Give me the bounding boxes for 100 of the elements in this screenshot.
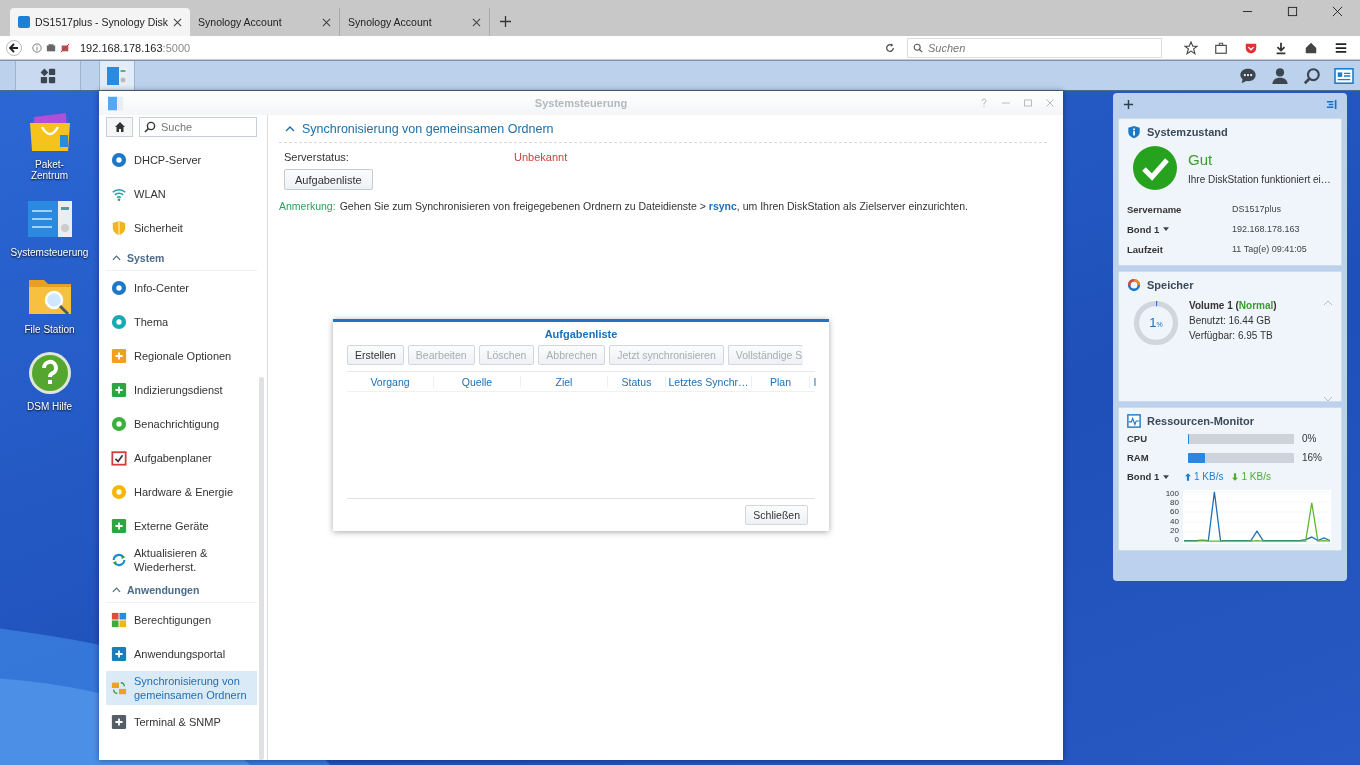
search-icon bbox=[144, 121, 156, 133]
check-icon bbox=[1132, 145, 1178, 191]
desktop-icon-label[interactable]: File Station bbox=[24, 324, 75, 335]
grid-icon bbox=[39, 66, 57, 85]
used-space: Benutzt: 16.44 GB bbox=[1189, 315, 1272, 326]
sidebar-item[interactable]: Benachrichtigung bbox=[106, 407, 257, 441]
sidebar-item[interactable]: Aufgabenplaner bbox=[106, 441, 257, 475]
search-field[interactable]: Suche bbox=[139, 117, 257, 137]
status-value: Unbekannt bbox=[514, 151, 568, 163]
sidebar-section-header[interactable]: Anwendungen bbox=[106, 577, 257, 603]
caret-icon bbox=[1163, 227, 1170, 231]
camera-icon[interactable] bbox=[46, 42, 56, 53]
add-icon[interactable] bbox=[1123, 99, 1134, 110]
column-header[interactable]: Letztes Synchr… bbox=[666, 375, 752, 388]
search-icon[interactable] bbox=[1302, 66, 1322, 85]
column-header[interactable]: Status bbox=[608, 375, 666, 388]
note-label: Anmerkung: bbox=[279, 200, 336, 212]
widget-title: Speicher bbox=[1147, 279, 1194, 291]
section-header[interactable]: Synchronisierung von gemeinsamen Ordnern bbox=[279, 119, 1047, 143]
home-icon[interactable] bbox=[1304, 40, 1318, 55]
note-text: Gehen Sie zum Synchronisieren von freigegebenen Ordnern zu Dateidienste > rsync, um Ihren DiskStation als Zielserver einzurichten. bbox=[339, 200, 968, 212]
chevron-icon bbox=[112, 586, 121, 593]
health-status: Gut bbox=[1188, 151, 1214, 168]
monitor-icon bbox=[1127, 414, 1141, 428]
star-icon[interactable] bbox=[1184, 40, 1198, 55]
sidebar-item[interactable]: Synchronisierung von gemeinsamen Ordnern bbox=[106, 671, 257, 705]
shield-icon bbox=[111, 220, 127, 236]
maximize-icon[interactable] bbox=[1287, 6, 1298, 17]
column-header[interactable]: I bbox=[810, 375, 820, 388]
free-space: Verfügbar: 6.95 TB bbox=[1189, 330, 1274, 341]
sidebar-item[interactable]: Terminal & SNMP bbox=[106, 705, 257, 739]
user-icon[interactable] bbox=[1270, 66, 1290, 85]
axis-tick-label: 100 bbox=[1164, 490, 1179, 498]
sidebar-item[interactable]: Anwendungsportal bbox=[106, 637, 257, 671]
dialog-title: Aufgabenliste bbox=[543, 327, 619, 342]
widgets-icon[interactable] bbox=[1334, 66, 1354, 85]
url-field[interactable]: 192.168.178.163:5000 bbox=[80, 41, 881, 54]
sidebar-item[interactable]: Regionale Optionen bbox=[106, 339, 257, 373]
volume-name: Volume 1 (Normal) bbox=[1189, 300, 1277, 311]
briefcase-icon[interactable] bbox=[1214, 40, 1228, 55]
sidebar-item[interactable]: Indizierungsdienst bbox=[106, 373, 257, 407]
chat-icon[interactable] bbox=[1238, 66, 1258, 85]
sidebar-item[interactable]: WLAN bbox=[106, 177, 257, 211]
sidebar-item[interactable]: Sicherheit bbox=[106, 211, 257, 245]
axis-tick-label: 0 bbox=[1173, 535, 1179, 544]
menu-icon[interactable] bbox=[1334, 40, 1348, 55]
new-tab-icon[interactable] bbox=[500, 16, 512, 27]
sidebar-section-header[interactable]: System bbox=[106, 245, 257, 271]
browser-tab[interactable]: DS1517plus - Synology Disk bbox=[10, 8, 191, 36]
close-icon[interactable] bbox=[173, 17, 183, 27]
interface-dropdown[interactable]: Bond 1 bbox=[1127, 223, 1232, 235]
info-value: 192.168.178.163 bbox=[1232, 224, 1300, 234]
sidebar-item[interactable]: Thema bbox=[106, 305, 257, 339]
widget-title: Ressourcen-Monitor bbox=[1147, 415, 1254, 427]
column-header[interactable]: Quelle bbox=[434, 375, 521, 388]
close-icon[interactable] bbox=[1332, 6, 1343, 17]
toolbar-button[interactable]: Erstellen bbox=[347, 345, 404, 365]
sidebar-item[interactable]: Hardware & Energie bbox=[106, 475, 257, 509]
wifi-icon bbox=[111, 186, 127, 202]
axis-tick-label: 20 bbox=[1169, 526, 1179, 535]
upload-rate: 1 KB/s bbox=[1194, 471, 1224, 482]
info-value: 11 Tag(e) 09:41:05 bbox=[1232, 244, 1307, 254]
info-label: Servername bbox=[1127, 203, 1183, 215]
search-icon bbox=[913, 42, 923, 53]
close-icon[interactable] bbox=[322, 17, 332, 27]
sidebar-item[interactable]: Info-Center bbox=[106, 271, 257, 305]
desktop-icon-label[interactable]: DSM Hilfe bbox=[27, 401, 72, 412]
meter-reading: 0% bbox=[1302, 433, 1317, 444]
home-button[interactable] bbox=[106, 117, 133, 137]
close-icon[interactable] bbox=[472, 17, 482, 27]
search-field[interactable]: Suchen bbox=[907, 37, 1162, 58]
close-button[interactable]: Schließen bbox=[745, 505, 808, 525]
main-menu-button[interactable] bbox=[15, 61, 81, 90]
control-panel-icon bbox=[107, 95, 124, 111]
interface-dropdown[interactable]: Bond 1 bbox=[1127, 471, 1182, 482]
desktop-icon-label[interactable]: Paket- Zentrum bbox=[30, 159, 69, 181]
column-header[interactable]: Plan bbox=[752, 375, 810, 388]
collapse-icon[interactable] bbox=[1326, 99, 1337, 110]
task-list-button[interactable]: Aufgabenliste bbox=[284, 169, 373, 190]
meter-reading: 16% bbox=[1302, 452, 1322, 463]
control-panel-icon bbox=[106, 65, 128, 86]
chevron-icon bbox=[285, 126, 295, 132]
column-header[interactable]: Ziel bbox=[521, 375, 608, 388]
scrollbar[interactable] bbox=[259, 377, 264, 760]
sidebar-item[interactable]: Aktualisieren & Wiederherst. bbox=[106, 543, 257, 577]
sidebar-item[interactable]: Berechtigungen bbox=[106, 603, 257, 637]
blocked-icon[interactable] bbox=[60, 42, 70, 53]
sidebar-item[interactable]: Externe Geräte bbox=[106, 509, 257, 543]
column-header[interactable]: Vorgang bbox=[347, 375, 434, 388]
usage-ring bbox=[1133, 300, 1179, 346]
sidebar-item[interactable]: DHCP-Server bbox=[106, 143, 257, 177]
control-panel-button[interactable] bbox=[99, 61, 135, 90]
download-icon[interactable] bbox=[1274, 40, 1288, 55]
reload-icon[interactable] bbox=[885, 42, 895, 53]
back-icon[interactable] bbox=[6, 39, 22, 56]
axis-tick-label: 60 bbox=[1169, 508, 1179, 517]
tiles-icon bbox=[111, 612, 127, 628]
desktop-icon-label[interactable]: Systemsteuerung bbox=[10, 247, 89, 258]
field-label: Serverstatus: bbox=[284, 151, 350, 163]
upload-arrow-icon bbox=[1185, 472, 1191, 481]
